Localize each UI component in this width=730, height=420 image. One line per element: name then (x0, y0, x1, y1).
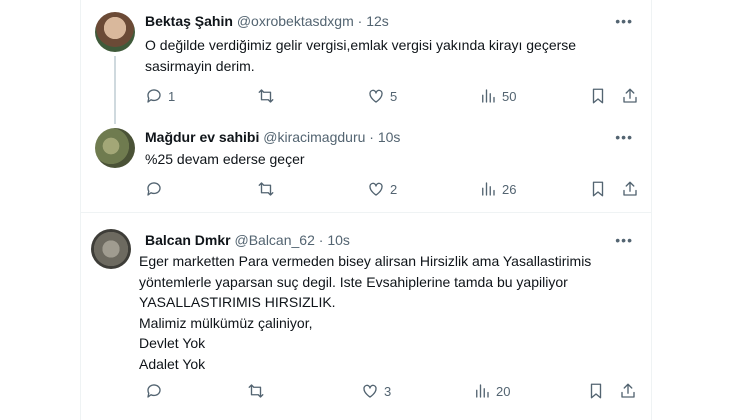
reply-button[interactable] (145, 179, 168, 199)
views-count: 50 (502, 88, 517, 104)
timestamp[interactable]: 10s (327, 232, 350, 248)
avatar[interactable] (95, 12, 135, 52)
bookmark-button[interactable] (589, 86, 607, 106)
share-icon (623, 181, 637, 196)
display-name[interactable]: Bektaş Şahin (145, 13, 233, 29)
avatar[interactable] (95, 128, 135, 168)
like-icon (363, 384, 377, 398)
tweet-header: Bektaş Şahin @oxrobektasdxgm · 12s (145, 12, 389, 30)
retweet-button[interactable] (257, 86, 280, 106)
bookmark-icon (592, 181, 604, 197)
like-icon (369, 89, 383, 103)
like-count: 3 (384, 383, 392, 399)
views-button[interactable]: 50 (479, 86, 516, 106)
views-count: 20 (496, 383, 511, 399)
tweet-text-line: O değilde verdiğimiz gelir vergisi,emlak… (145, 37, 577, 53)
separator-dot: · (318, 232, 324, 248)
like-count: 2 (390, 181, 398, 197)
share-icon (623, 88, 637, 103)
tweet-text-line: yöntemlerle yaparsan suç degil. Iste Evs… (139, 273, 568, 290)
reply-icon (147, 89, 161, 103)
more-icon[interactable]: ••• (615, 233, 633, 247)
action-bar: 1 5 50 (139, 86, 639, 106)
action-bar: 2 26 (139, 179, 639, 199)
views-icon (476, 384, 489, 398)
retweet-icon (248, 384, 264, 398)
share-button[interactable] (621, 86, 639, 106)
more-icon[interactable]: ••• (615, 130, 633, 144)
more-icon[interactable]: ••• (615, 14, 633, 28)
tweet[interactable]: Mağdur ev sahibi @kiracimagduru · 10s ••… (81, 118, 651, 208)
user-handle[interactable]: @kiracimagduru (263, 129, 365, 145)
like-button[interactable]: 3 (361, 381, 391, 401)
bookmark-icon (592, 88, 604, 104)
tweet-header: Balcan Dmkr @Balcan_62 · 10s (145, 231, 350, 249)
tweet-text-line: Devlet Yok (139, 335, 206, 351)
tweet[interactable]: Balcan Dmkr @Balcan_62 · 10s ••• Eger ma… (81, 213, 651, 420)
reply-count: 1 (168, 88, 176, 104)
tweet-text-line: Eger marketten Para vermeden bisey alirs… (139, 253, 592, 269)
tweet-header: Mağdur ev sahibi @kiracimagduru · 10s (145, 128, 400, 146)
separator-dot: · (357, 13, 363, 29)
tweet-text-line: Malimiz mülkümüz çaliniyor, (139, 314, 313, 331)
timestamp[interactable]: 10s (378, 129, 401, 145)
tweet-text: %25 devam ederse geçer (145, 149, 631, 170)
tweet-text-line: sasirmayin derim. (145, 58, 255, 74)
action-bar: 3 20 (139, 381, 639, 401)
share-button[interactable] (619, 381, 637, 401)
like-icon (369, 182, 383, 196)
reply-button[interactable]: 1 (145, 86, 175, 106)
separator-dot: · (369, 129, 374, 145)
share-icon (621, 383, 635, 398)
user-handle[interactable]: @Balcan_62 (234, 232, 314, 248)
bookmark-icon (590, 383, 602, 399)
tweet-text-line: %25 devam ederse geçer (145, 151, 305, 167)
share-button[interactable] (621, 179, 639, 199)
like-button[interactable]: 5 (367, 86, 397, 106)
tweet-text-line: Adalet Yok (139, 355, 206, 372)
retweet-button[interactable] (247, 381, 270, 401)
reply-button[interactable] (145, 381, 168, 401)
views-icon (482, 89, 495, 103)
tweet[interactable]: Bektaş Şahin @oxrobektasdxgm · 12s ••• O… (81, 0, 651, 124)
reply-icon (147, 384, 161, 398)
display-name[interactable]: Balcan Dmkr (145, 232, 231, 248)
tweet-text-line: YASALLASTIRIMIS HIRSIZLIK. (139, 294, 336, 310)
retweet-icon (258, 182, 274, 196)
bookmark-button[interactable] (587, 381, 605, 401)
timestamp[interactable]: 12s (366, 13, 389, 29)
tweet-text: Eger marketten Para vermeden bisey alirs… (139, 251, 631, 374)
views-count: 26 (502, 181, 517, 197)
views-button[interactable]: 20 (473, 381, 510, 401)
reply-icon (147, 182, 161, 196)
like-count: 5 (390, 88, 398, 104)
retweet-icon (258, 89, 274, 103)
views-button[interactable]: 26 (479, 179, 516, 199)
bookmark-button[interactable] (589, 179, 607, 199)
thread-line (114, 56, 116, 124)
like-button[interactable]: 2 (367, 179, 397, 199)
retweet-button[interactable] (257, 179, 280, 199)
user-handle[interactable]: @oxrobektasdxgm (237, 13, 354, 29)
display-name[interactable]: Mağdur ev sahibi (145, 129, 259, 145)
tweet-text: O değilde verdiğimiz gelir vergisi,emlak… (145, 35, 631, 77)
column-border-right (651, 0, 652, 420)
avatar[interactable] (91, 229, 131, 269)
views-icon (482, 182, 495, 196)
